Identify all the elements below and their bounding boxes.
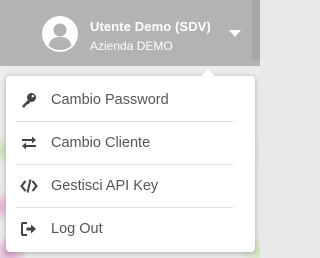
code-icon xyxy=(20,177,38,195)
exchange-arrows-icon xyxy=(20,134,38,152)
menu-item-label: Gestisci API Key xyxy=(51,178,159,194)
menu-item-cambio-password[interactable]: Cambio Password xyxy=(6,79,255,121)
dropdown-arrow xyxy=(200,69,216,77)
user-dropdown-menu: Cambio Password Cambio Cliente Gestisci … xyxy=(6,69,255,252)
company-name: Azienda DEMO xyxy=(90,39,173,53)
header-edge xyxy=(252,0,260,60)
sign-out-icon xyxy=(20,220,38,238)
menu-item-cambio-cliente[interactable]: Cambio Cliente xyxy=(6,122,255,164)
user-menu-toggle[interactable]: Utente Demo (SDV) Azienda DEMO xyxy=(40,14,246,58)
menu-item-label: Log Out xyxy=(51,221,103,237)
menu-item-log-out[interactable]: Log Out xyxy=(6,208,255,250)
caret-down-icon xyxy=(229,25,241,37)
top-bar: Utente Demo (SDV) Azienda DEMO xyxy=(0,0,260,66)
user-name: Utente Demo (SDV) xyxy=(90,19,211,34)
user-circle-icon xyxy=(40,14,80,54)
key-icon xyxy=(20,91,38,109)
menu-item-label: Cambio Cliente xyxy=(51,135,151,151)
menu-item-label: Cambio Password xyxy=(51,92,169,108)
menu-item-gestisci-api-key[interactable]: Gestisci API Key xyxy=(6,165,255,207)
